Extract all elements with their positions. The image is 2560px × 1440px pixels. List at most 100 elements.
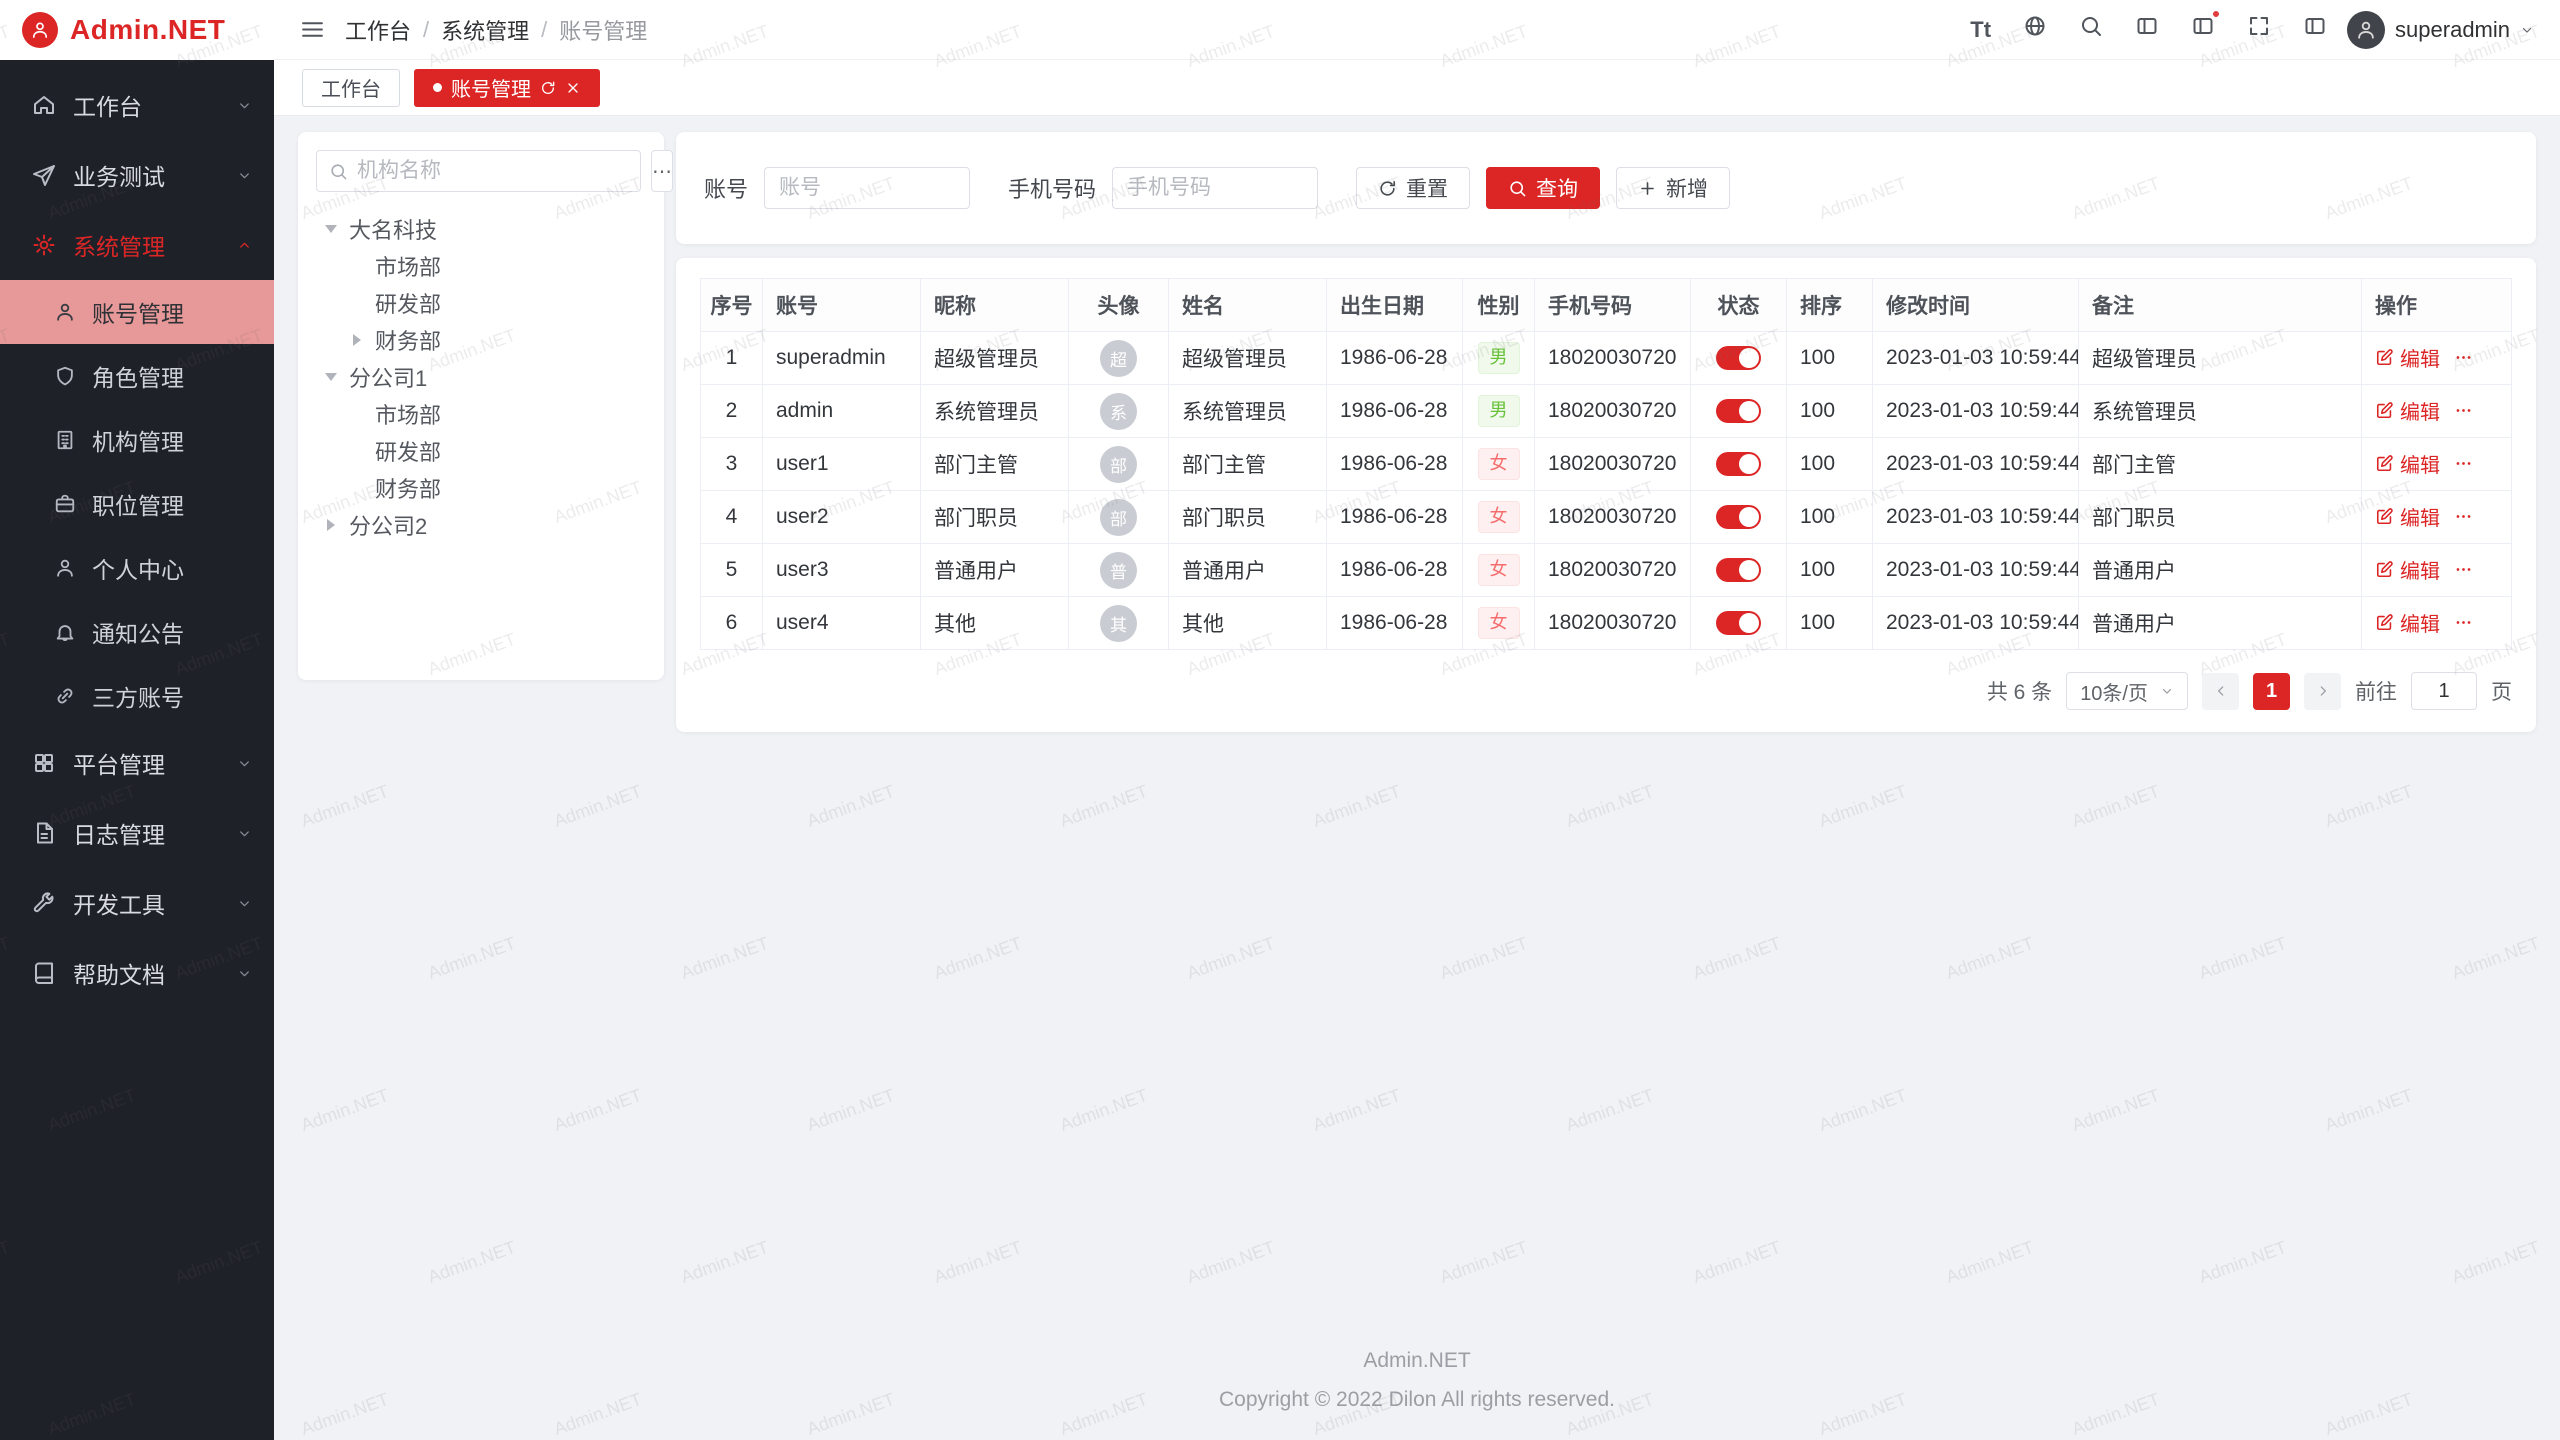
sidebar-item-工作台[interactable]: 工作台 bbox=[0, 70, 274, 140]
tree-caret-icon[interactable] bbox=[325, 373, 337, 381]
tree-caret-icon[interactable] bbox=[327, 519, 335, 531]
row-avatar: 部 bbox=[1100, 499, 1137, 536]
sidebar-item-label: 工作台 bbox=[73, 88, 142, 122]
sidebar-subitem-三方账号[interactable]: 三方账号 bbox=[0, 664, 274, 728]
row-more-button[interactable] bbox=[2454, 454, 2473, 473]
sidebar-subitem-通知公告[interactable]: 通知公告 bbox=[0, 600, 274, 664]
search-icon[interactable] bbox=[2079, 14, 2103, 45]
cell-gender: 女 bbox=[1463, 438, 1535, 491]
sidebar-subitem-个人中心[interactable]: 个人中心 bbox=[0, 536, 274, 600]
brand-logo: Admin.NET bbox=[0, 0, 274, 60]
status-toggle[interactable] bbox=[1716, 346, 1761, 370]
tab-refresh-icon[interactable] bbox=[540, 80, 556, 96]
edit-button[interactable]: 编辑 bbox=[2375, 555, 2440, 584]
cell-phone: 18020030720 bbox=[1535, 597, 1691, 650]
page-size-value: 10条/页 bbox=[2080, 677, 2148, 706]
sidebar-subitem-职位管理[interactable]: 职位管理 bbox=[0, 472, 274, 536]
cell-actions: 编辑 bbox=[2362, 491, 2512, 544]
cell-name: 其他 bbox=[1169, 597, 1327, 650]
sidebar-subitem-账号管理[interactable]: 账号管理 bbox=[0, 280, 274, 344]
column-header-性别: 性别 bbox=[1463, 279, 1535, 332]
status-toggle[interactable] bbox=[1716, 505, 1761, 529]
tree-node-分公司1[interactable]: 分公司1 bbox=[316, 358, 646, 395]
gender-badge: 女 bbox=[1478, 501, 1520, 533]
tree-node-财务部[interactable]: 财务部 bbox=[316, 469, 646, 506]
status-toggle[interactable] bbox=[1716, 399, 1761, 423]
footer: Admin.NET Copyright © 2022 Dilon All rig… bbox=[274, 1342, 2560, 1420]
notification-icon[interactable] bbox=[2191, 14, 2215, 45]
row-more-button[interactable] bbox=[2454, 613, 2473, 632]
sidebar-item-业务测试[interactable]: 业务测试 bbox=[0, 140, 274, 210]
phone-filter-input[interactable] bbox=[1112, 167, 1318, 209]
edit-button[interactable]: 编辑 bbox=[2375, 502, 2440, 531]
sidebar-subitem-机构管理[interactable]: 机构管理 bbox=[0, 408, 274, 472]
status-toggle[interactable] bbox=[1716, 558, 1761, 582]
cell-gender: 男 bbox=[1463, 385, 1535, 438]
edit-button[interactable]: 编辑 bbox=[2375, 449, 2440, 478]
tree-node-label: 研发部 bbox=[375, 435, 441, 467]
language-icon[interactable] bbox=[2023, 14, 2047, 45]
cell-birth-date: 1986-06-28 bbox=[1327, 385, 1463, 438]
next-page-button[interactable] bbox=[2304, 673, 2341, 710]
status-toggle[interactable] bbox=[1716, 452, 1761, 476]
cell-modified-time: 2023-01-03 10:59:44 bbox=[1873, 438, 2079, 491]
sidebar-item-平台管理[interactable]: 平台管理 bbox=[0, 728, 274, 798]
row-more-button[interactable] bbox=[2454, 507, 2473, 526]
sidebar-item-系统管理[interactable]: 系统管理 bbox=[0, 210, 274, 280]
user-menu[interactable]: superadmin bbox=[2347, 11, 2534, 49]
sidebar-item-帮助文档[interactable]: 帮助文档 bbox=[0, 938, 274, 1008]
tree-node-研发部[interactable]: 研发部 bbox=[316, 432, 646, 469]
gear-icon bbox=[32, 233, 56, 257]
column-header-备注: 备注 bbox=[2079, 279, 2362, 332]
sidebar-subitem-角色管理[interactable]: 角色管理 bbox=[0, 344, 274, 408]
main-area: 工作台/系统管理/账号管理 Tt superadmin 工作台账号管理 ⋯ bbox=[274, 0, 2560, 1440]
status-toggle[interactable] bbox=[1716, 611, 1761, 635]
edit-button[interactable]: 编辑 bbox=[2375, 608, 2440, 637]
sidebar-subitem-label: 账号管理 bbox=[92, 295, 184, 329]
tab-active[interactable]: 账号管理 bbox=[414, 69, 600, 107]
breadcrumb-item[interactable]: 系统管理 bbox=[441, 14, 529, 46]
tab-item[interactable]: 工作台 bbox=[302, 69, 400, 107]
tabbar: 工作台账号管理 bbox=[274, 60, 2560, 116]
column-header-修改时间: 修改时间 bbox=[1873, 279, 2079, 332]
goto-page-input[interactable] bbox=[2411, 672, 2477, 710]
tree-caret-icon[interactable] bbox=[325, 225, 337, 233]
font-size-icon[interactable]: Tt bbox=[1970, 17, 1991, 43]
chevron-down-icon bbox=[237, 826, 252, 841]
tree-node-大名科技[interactable]: 大名科技 bbox=[316, 210, 646, 247]
page-size-select[interactable]: 10条/页 bbox=[2066, 672, 2188, 710]
edit-button[interactable]: 编辑 bbox=[2375, 343, 2440, 372]
row-more-button[interactable] bbox=[2454, 401, 2473, 420]
tree-more-button[interactable]: ⋯ bbox=[651, 150, 673, 192]
link-icon bbox=[54, 685, 76, 707]
cell-sort: 100 bbox=[1787, 491, 1873, 544]
tree-node-财务部[interactable]: 财务部 bbox=[316, 321, 646, 358]
edit-button[interactable]: 编辑 bbox=[2375, 396, 2440, 425]
prev-page-button[interactable] bbox=[2202, 673, 2239, 710]
org-search-input[interactable] bbox=[357, 159, 628, 183]
page-number-1[interactable]: 1 bbox=[2253, 673, 2290, 710]
tab-close-icon[interactable] bbox=[565, 80, 581, 96]
breadcrumb-item[interactable]: 账号管理 bbox=[559, 14, 647, 46]
fullscreen-icon[interactable] bbox=[2247, 14, 2271, 45]
account-filter-input[interactable] bbox=[764, 167, 970, 209]
layout-icon[interactable] bbox=[2135, 14, 2159, 45]
tree-caret-icon[interactable] bbox=[353, 334, 361, 346]
tree-node-label: 大名科技 bbox=[349, 213, 437, 245]
add-button[interactable]: 新增 bbox=[1616, 167, 1730, 209]
tree-node-市场部[interactable]: 市场部 bbox=[316, 247, 646, 284]
row-more-button[interactable] bbox=[2454, 348, 2473, 367]
row-more-button[interactable] bbox=[2454, 560, 2473, 579]
sidebar-item-开发工具[interactable]: 开发工具 bbox=[0, 868, 274, 938]
breadcrumb-item[interactable]: 工作台 bbox=[345, 14, 411, 46]
profile-icon[interactable] bbox=[2303, 14, 2327, 45]
reset-button[interactable]: 重置 bbox=[1356, 167, 1470, 209]
tree-node-研发部[interactable]: 研发部 bbox=[316, 284, 646, 321]
search-button[interactable]: 查询 bbox=[1486, 167, 1600, 209]
tree-node-市场部[interactable]: 市场部 bbox=[316, 395, 646, 432]
accounts-table-card: 序号账号昵称头像姓名出生日期性别手机号码状态排序修改时间备注操作 1supera… bbox=[676, 258, 2536, 732]
table-row: 5user3普通用户普普通用户1986-06-28女18020030720100… bbox=[701, 544, 2512, 597]
sidebar-item-日志管理[interactable]: 日志管理 bbox=[0, 798, 274, 868]
tree-node-分公司2[interactable]: 分公司2 bbox=[316, 506, 646, 543]
hamburger-icon[interactable] bbox=[300, 17, 325, 42]
